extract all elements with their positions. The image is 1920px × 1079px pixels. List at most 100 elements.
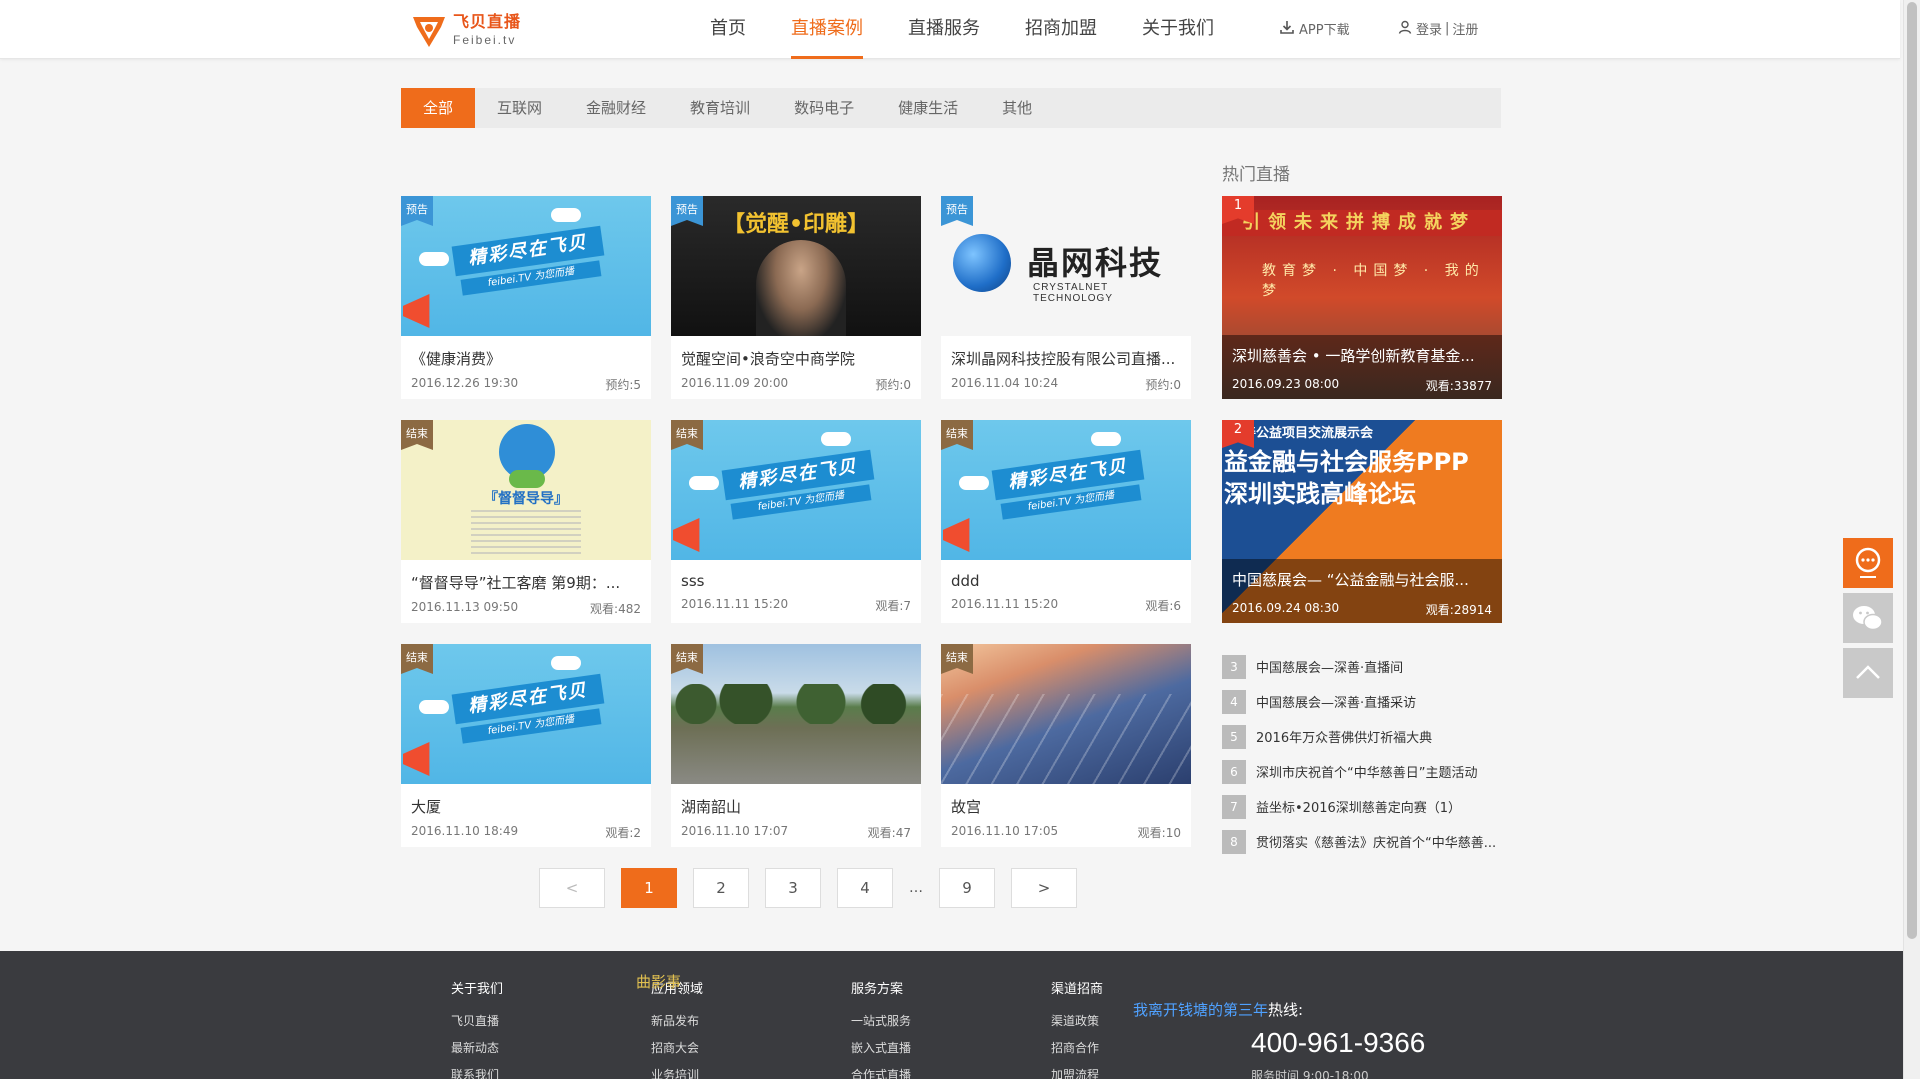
case-card[interactable]: 【觉醒•印雕】 预告 觉醒空间•浪奇空中商学院 2016.11.09 20:00 预约:…	[671, 196, 921, 399]
wechat-button[interactable]	[1843, 593, 1893, 643]
case-thumbnail[interactable]: 精彩尽在飞贝 feibei.TV 为您而播 结束	[401, 644, 651, 784]
tab-education[interactable]: 教育培训	[668, 88, 772, 128]
hotline-number: 400-961-9366	[1251, 1027, 1426, 1058]
nav-cases[interactable]: 直播案例	[791, 0, 863, 59]
next-page-button[interactable]: >	[1011, 868, 1077, 908]
case-thumbnail[interactable]: 结束	[941, 644, 1191, 784]
page-button[interactable]: 3	[765, 868, 821, 908]
case-card[interactable]: 精彩尽在飞贝 feibei.TV 为您而播 结束 大厦 2016.11.10 18:49…	[401, 644, 651, 847]
back-to-top-button[interactable]	[1843, 648, 1893, 698]
nav-services[interactable]: 直播服务	[908, 0, 980, 59]
case-card[interactable]: 晶网科技 CRYSTALNET TECHNOLOGY 预告 深圳晶网科技控股有限公司直…	[941, 196, 1191, 399]
app-download-link[interactable]: APP下载	[1280, 19, 1350, 38]
footer-link[interactable]: 飞贝直播	[451, 1012, 503, 1029]
footer-link[interactable]: 业务培训	[651, 1066, 703, 1079]
hot-list-item[interactable]: 6 深圳市庆祝首个“中华慈善日”主题活动	[1222, 754, 1502, 789]
thumb-title-text: 『督督导导』	[484, 491, 568, 507]
case-thumbnail[interactable]: 『督督导导』 结束	[401, 420, 651, 560]
footer-link[interactable]: 联系我们	[451, 1066, 503, 1079]
case-card[interactable]: 结束 湖南韶山 2016.11.10 17:07 观看:47	[671, 644, 921, 847]
tab-all[interactable]: 全部	[401, 88, 476, 128]
thumb-line-3: 深圳实践高峰论坛	[1224, 480, 1416, 508]
footer-link[interactable]: 新品发布	[651, 1012, 703, 1029]
case-stat: 观看:482	[590, 602, 641, 616]
tab-health[interactable]: 健康生活	[876, 88, 980, 128]
page-button[interactable]: 4	[837, 868, 893, 908]
footer-link[interactable]: 合作式直播	[851, 1066, 911, 1079]
text-lines	[471, 510, 581, 556]
thumb-title-text: 【觉醒•印雕】	[722, 212, 870, 237]
thumb-banner-text: 引领未来拼搏成就梦	[1222, 210, 1502, 236]
brand-en-text: CRYSTALNET TECHNOLOGY	[1033, 282, 1114, 304]
page-scrollbar[interactable]	[1903, 0, 1920, 1079]
case-thumbnail[interactable]: 精彩尽在飞贝 feibei.TV 为您而播 预告	[401, 196, 651, 336]
login-link[interactable]: 登录	[1416, 19, 1442, 38]
case-title[interactable]: 《健康消费》	[401, 336, 651, 369]
case-card[interactable]: 结束 故宫 2016.11.10 17:05 观看:10	[941, 644, 1191, 847]
case-thumbnail[interactable]: 精彩尽在飞贝 feibei.TV 为您而播 结束	[941, 420, 1191, 560]
footer-link[interactable]: 招商合作	[1051, 1039, 1103, 1056]
case-title[interactable]: 觉醒空间•浪奇空中商学院	[671, 336, 921, 369]
case-title[interactable]: sss	[671, 560, 921, 590]
case-thumbnail[interactable]: 【觉醒•印雕】 预告	[671, 196, 921, 336]
rank-number: 7	[1222, 794, 1246, 819]
status-badge: 结束	[671, 420, 703, 450]
online-support-button[interactable]	[1843, 538, 1893, 588]
footer-link[interactable]: 渠道政策	[1051, 1012, 1103, 1029]
hot-featured-card[interactable]: 慈善公益项目交流展示会 益金融与社会服务PPP 深圳实践高峰论坛 2 中国慈展会…	[1222, 420, 1502, 623]
scrollbar-thumb[interactable]	[1907, 2, 1917, 939]
case-card[interactable]: 精彩尽在飞贝 feibei.TV 为您而播 结束 ddd 2016.11.11 15:2…	[941, 420, 1191, 623]
status-badge: 结束	[401, 644, 433, 674]
hot-card-title: 深圳慈善会 • 一路学创新教育基金...	[1232, 347, 1475, 365]
case-thumbnail[interactable]: 晶网科技 CRYSTALNET TECHNOLOGY 预告	[941, 196, 1191, 336]
footer-link[interactable]: 最新动态	[451, 1039, 503, 1056]
tab-internet[interactable]: 互联网	[475, 88, 564, 128]
hot-card-info: 中国慈展会— “公益金融与社会服... 2016.09.24 08:30 观看:…	[1222, 559, 1502, 623]
case-thumbnail[interactable]: 精彩尽在飞贝 feibei.TV 为您而播 结束	[671, 420, 921, 560]
tab-digital[interactable]: 数码电子	[772, 88, 876, 128]
hot-list-item[interactable]: 7 益坐标•2016深圳慈善定向赛（1）	[1222, 789, 1502, 824]
case-title[interactable]: ddd	[941, 560, 1191, 590]
page-button[interactable]: 1	[621, 868, 677, 908]
hot-item-title: 深圳市庆祝首个“中华慈善日”主题活动	[1256, 766, 1478, 781]
hot-card-date: 2016.09.24 08:30	[1232, 601, 1340, 615]
hot-live-heading: 热门直播	[1222, 165, 1290, 185]
tab-other[interactable]: 其他	[980, 88, 1054, 128]
case-date: 2016.11.10 17:07	[681, 824, 789, 838]
nav-home[interactable]: 首页	[710, 0, 746, 59]
footer-link[interactable]: 招商大会	[651, 1039, 703, 1056]
status-badge: 结束	[941, 644, 973, 674]
case-date: 2016.11.11 15:20	[681, 597, 789, 611]
case-card[interactable]: 精彩尽在飞贝 feibei.TV 为您而播 结束 sss 2016.11.11 15:2…	[671, 420, 921, 623]
hot-list-item[interactable]: 4 中国慈展会—深善·直播采访	[1222, 684, 1502, 719]
prev-page-button[interactable]: <	[539, 868, 605, 908]
status-badge: 预告	[401, 196, 433, 226]
main-nav: 首页 直播案例 直播服务 招商加盟 关于我们	[710, 0, 1259, 59]
footer-link[interactable]: 一站式服务	[851, 1012, 911, 1029]
footer-col-channel: 渠道招商 渠道政策 招商合作 加盟流程	[1051, 978, 1103, 1079]
tab-finance[interactable]: 金融财经	[564, 88, 668, 128]
nav-franchise[interactable]: 招商加盟	[1025, 0, 1097, 59]
cloud-icon	[419, 700, 449, 714]
hot-featured-card[interactable]: 引领未来拼搏成就梦 教育梦 · 中国梦 · 我的梦 1 深圳慈善会 • 一路学创…	[1222, 196, 1502, 399]
case-card[interactable]: 『督督导导』 结束 “督督导导”社工客磨 第9期：... 2016.11.13 09:…	[401, 420, 651, 623]
case-title[interactable]: 湖南韶山	[671, 784, 921, 817]
page-button[interactable]: 9	[939, 868, 995, 908]
hot-list-item[interactable]: 5 2016年万众菩佛供灯祈福大典	[1222, 719, 1502, 754]
register-link[interactable]: 注册	[1452, 19, 1478, 38]
case-title[interactable]: 深圳晶网科技控股有限公司直播...	[941, 336, 1191, 369]
hot-list-item[interactable]: 8 贯彻落实《慈善法》庆祝首个“中华慈善...	[1222, 824, 1502, 859]
case-title[interactable]: 大厦	[401, 784, 651, 817]
nav-about[interactable]: 关于我们	[1142, 0, 1214, 59]
hot-list-item[interactable]: 3 中国慈展会—深善·直播间	[1222, 649, 1502, 684]
logo[interactable]: 飞贝直播 Feibei.tv	[411, 10, 541, 50]
case-title[interactable]: 故宫	[941, 784, 1191, 817]
page-button[interactable]: 2	[693, 868, 749, 908]
case-stat: 观看:10	[1137, 826, 1181, 840]
case-stat: 预约:0	[1145, 378, 1181, 392]
footer-link[interactable]: 加盟流程	[1051, 1066, 1103, 1079]
case-card[interactable]: 精彩尽在飞贝 feibei.TV 为您而播 预告 《健康消费》 2016.12.26 1…	[401, 196, 651, 399]
case-title[interactable]: “督督导导”社工客磨 第9期：...	[401, 560, 651, 593]
case-thumbnail[interactable]: 结束	[671, 644, 921, 784]
footer-link[interactable]: 嵌入式直播	[851, 1039, 911, 1056]
